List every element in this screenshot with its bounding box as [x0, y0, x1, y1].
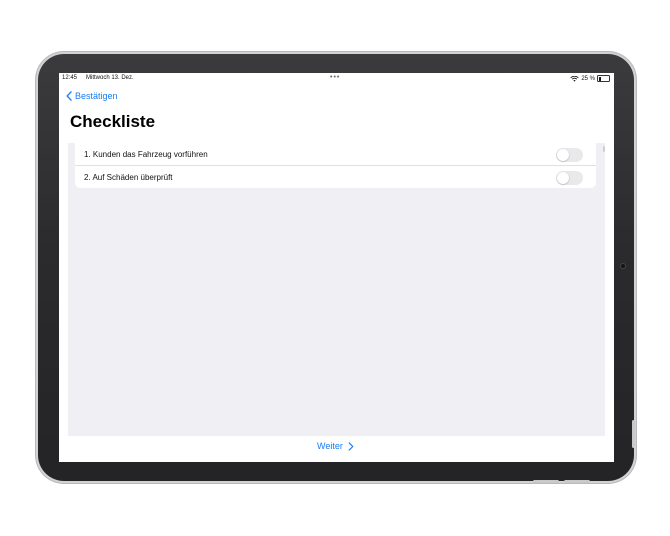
bottom-button-left: [533, 480, 559, 483]
battery-fill: [598, 76, 601, 81]
checklist-item-label: 2. Auf Schäden überprüft: [84, 172, 173, 182]
screen: 12:45 Mittwoch 13. Dez. ••• 25 % Bestäti…: [59, 73, 614, 462]
checklist-toggle[interactable]: [556, 148, 583, 162]
checklist-area: 1. Kunden das Fahrzeug vorführen 2. Auf …: [68, 143, 605, 436]
back-button[interactable]: Bestätigen: [65, 91, 118, 101]
battery-icon: [597, 75, 610, 82]
multitask-dots[interactable]: •••: [330, 74, 340, 81]
status-right: 25 %: [570, 75, 610, 82]
toggle-knob: [557, 149, 569, 161]
checklist-item-label: 1. Kunden das Fahrzeug vorführen: [84, 149, 208, 159]
next-label: Weiter: [317, 441, 343, 451]
page-title: Checkliste: [70, 112, 156, 131]
footer: Weiter: [59, 436, 614, 462]
scroll-indicator[interactable]: [603, 146, 605, 152]
back-label: Bestätigen: [75, 91, 118, 101]
status-time: 12:45: [62, 75, 78, 81]
checklist: 1. Kunden das Fahrzeug vorführen 2. Auf …: [75, 143, 596, 188]
status-bar: 12:45 Mittwoch 13. Dez. ••• 25 %: [59, 73, 614, 84]
bottom-button-right: [564, 480, 590, 483]
next-button[interactable]: Weiter: [317, 441, 354, 451]
volume-button: [632, 420, 635, 448]
status-date: Mittwoch 13. Dez.: [86, 75, 134, 81]
checklist-row: 1. Kunden das Fahrzeug vorführen: [75, 143, 596, 165]
checklist-row: 2. Auf Schäden überprüft: [75, 165, 596, 188]
front-camera: [621, 264, 625, 268]
wifi-icon: [570, 75, 579, 82]
battery-percent: 25 %: [581, 75, 595, 82]
checklist-toggle[interactable]: [556, 171, 583, 185]
chevron-right-icon: [348, 441, 354, 451]
chevron-left-icon: [66, 91, 72, 101]
toggle-knob: [557, 172, 569, 184]
